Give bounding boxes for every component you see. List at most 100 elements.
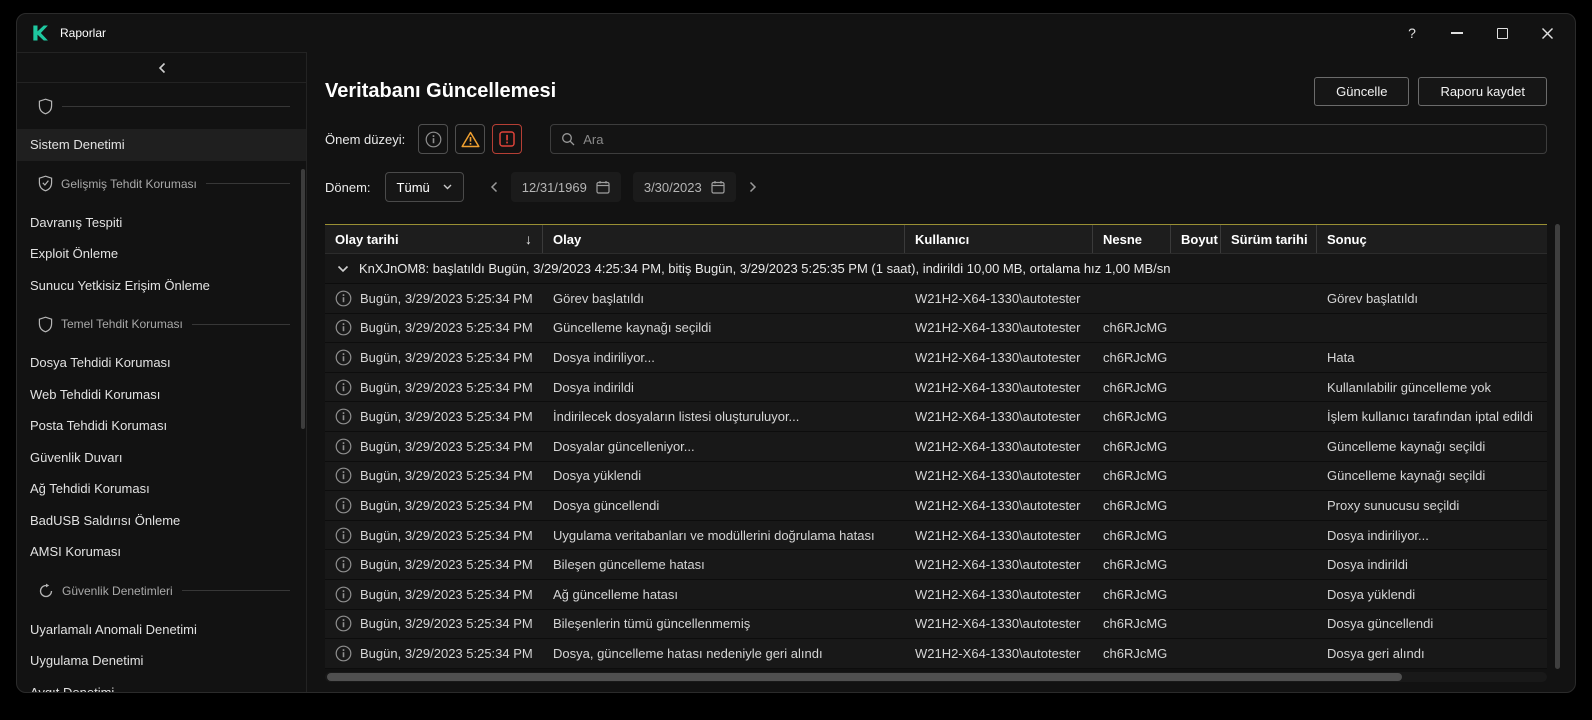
sidebar-item-exploit-nleme[interactable]: Exploit Önleme bbox=[17, 238, 306, 270]
sidebar-item-a-tehdidi-korumas[interactable]: Ağ Tehdidi Koruması bbox=[17, 473, 306, 505]
table-row[interactable]: Bugün, 3/29/2023 5:25:34 PMDosya indiril… bbox=[325, 373, 1547, 403]
cell-version-date bbox=[1221, 373, 1317, 402]
table-row[interactable]: Bugün, 3/29/2023 5:25:34 PMBileşenlerin … bbox=[325, 610, 1547, 640]
table-row[interactable]: Bugün, 3/29/2023 5:25:34 PMBileşen günce… bbox=[325, 550, 1547, 580]
close-button[interactable] bbox=[1533, 19, 1561, 47]
date-to-value: 3/30/2023 bbox=[644, 180, 702, 195]
table-row[interactable]: Bugün, 3/29/2023 5:25:34 PMDosya güncell… bbox=[325, 491, 1547, 521]
table-row[interactable]: Bugün, 3/29/2023 5:25:34 PM Ağ güncelleme… bbox=[325, 580, 1547, 610]
sidebar-item-web-tehdidi-korumas[interactable]: Web Tehdidi Koruması bbox=[17, 379, 306, 411]
sidebar-scrollbar-thumb[interactable] bbox=[301, 169, 305, 429]
column-header-olay-tarihi[interactable]: Olay tarihi↓ bbox=[325, 225, 543, 253]
sidebar-item-davran-tespiti[interactable]: Davranış Tespiti bbox=[17, 207, 306, 239]
cell-user: W21H2-X64-1330\autotester bbox=[905, 343, 1093, 372]
chevron-down-icon bbox=[443, 184, 452, 190]
search-input[interactable] bbox=[583, 132, 1536, 147]
search-icon bbox=[561, 132, 575, 146]
cell-result: Dosya indirildi bbox=[1317, 550, 1547, 579]
table-row[interactable]: Bugün, 3/29/2023 5:25:34 PMGörev başlatı… bbox=[325, 284, 1547, 314]
minimize-button[interactable] bbox=[1443, 19, 1471, 47]
sidebar-item-badusb-sald-r-s-nleme[interactable]: BadUSB Saldırısı Önleme bbox=[17, 505, 306, 537]
horizontal-scrollbar-thumb[interactable] bbox=[327, 673, 1402, 681]
help-button[interactable]: ? bbox=[1398, 19, 1426, 47]
maximize-button[interactable] bbox=[1488, 19, 1516, 47]
date-to-field[interactable]: 3/30/2023 bbox=[633, 172, 736, 202]
period-dropdown[interactable]: Tümü bbox=[385, 172, 464, 202]
sidebar-item-uygulama-denetimi[interactable]: Uygulama Denetimi bbox=[17, 645, 306, 677]
cell-result: Dosya indiriliyor... bbox=[1317, 521, 1547, 550]
sort-descending-icon[interactable]: ↓ bbox=[525, 231, 532, 247]
table-row[interactable]: Bugün, 3/29/2023 5:25:34 PMİndirilecek d… bbox=[325, 402, 1547, 432]
severity-info-button[interactable] bbox=[418, 124, 448, 154]
task-group-summary: KnXJnOM8: başlatıldı Bugün, 3/29/2023 4:… bbox=[359, 261, 1171, 276]
vertical-scrollbar-thumb[interactable] bbox=[1555, 224, 1560, 669]
cell-event-date-text: Bugün, 3/29/2023 5:25:34 PM bbox=[360, 587, 533, 602]
cell-user-text: W21H2-X64-1330\autotester bbox=[915, 350, 1080, 365]
table-row[interactable]: Bugün, 3/29/2023 5:25:34 PMDosyalar günc… bbox=[325, 432, 1547, 462]
cell-result: Hata bbox=[1317, 343, 1547, 372]
column-header-boyut[interactable]: Boyut bbox=[1171, 225, 1221, 253]
page-header: Veritabanı Güncellemesi Güncelle Raporu … bbox=[325, 74, 1547, 108]
table-row[interactable]: Bugün, 3/29/2023 5:25:34 PMDosya indiril… bbox=[325, 343, 1547, 373]
sidebar: Sistem DenetimiGelişmiş Tehdit KorumasıD… bbox=[17, 52, 307, 693]
cell-version-date bbox=[1221, 521, 1317, 550]
info-icon bbox=[335, 438, 352, 455]
chevron-right-icon bbox=[749, 181, 757, 193]
cell-result-text: Güncelleme kaynağı seçildi bbox=[1327, 468, 1485, 483]
info-icon bbox=[335, 497, 352, 514]
save-report-button[interactable]: Raporu kaydet bbox=[1418, 77, 1547, 106]
task-group-row[interactable]: KnXJnOM8: başlatıldı Bugün, 3/29/2023 4:… bbox=[325, 254, 1547, 284]
cell-object-text: ch6RJcMG bbox=[1103, 616, 1167, 631]
cell-event-date-text: Bugün, 3/29/2023 5:25:34 PM bbox=[360, 320, 533, 335]
table-vertical-scrollbar[interactable] bbox=[1555, 224, 1560, 669]
cell-event: Ağ güncelleme hatası bbox=[543, 580, 905, 609]
sidebar-item-amsi-korumas[interactable]: AMSI Koruması bbox=[17, 536, 306, 568]
sidebar-item-dosya-tehdidi-korumas[interactable]: Dosya Tehdidi Koruması bbox=[17, 347, 306, 379]
previous-period-button[interactable] bbox=[490, 181, 498, 193]
cell-event-date: Bugün, 3/29/2023 5:25:34 PM bbox=[325, 343, 543, 372]
table-row[interactable]: Bugün, 3/29/2023 5:25:34 PMUygulama veri… bbox=[325, 521, 1547, 551]
date-from-field[interactable]: 12/31/1969 bbox=[511, 172, 621, 202]
cell-event: Dosya yüklendi bbox=[543, 462, 905, 491]
cell-size bbox=[1171, 284, 1221, 313]
shield-icon bbox=[38, 316, 53, 333]
column-header-nesne[interactable]: Nesne bbox=[1093, 225, 1171, 253]
cell-event-date-text: Bugün, 3/29/2023 5:25:34 PM bbox=[360, 439, 533, 454]
cell-size bbox=[1171, 343, 1221, 372]
events-table: Olay tarihi↓OlayKullanıcıNesneBoyutSürüm… bbox=[325, 224, 1547, 669]
cell-object-text: ch6RJcMG bbox=[1103, 646, 1167, 661]
cell-event: Uygulama veritabanları ve modüllerini do… bbox=[543, 521, 905, 550]
column-header-olay[interactable]: Olay bbox=[543, 225, 905, 253]
cell-result-text: Kullanılabilir güncelleme yok bbox=[1327, 380, 1491, 395]
cell-result bbox=[1317, 314, 1547, 343]
cell-user-text: W21H2-X64-1330\autotester bbox=[915, 380, 1080, 395]
update-button[interactable]: Güncelle bbox=[1314, 77, 1409, 106]
cell-object-text: ch6RJcMG bbox=[1103, 557, 1167, 572]
cell-event-text: Dosya güncellendi bbox=[553, 498, 659, 513]
table-row[interactable]: Bugün, 3/29/2023 5:25:34 PMDosya yüklend… bbox=[325, 462, 1547, 492]
table-row[interactable]: Bugün, 3/29/2023 5:25:34 PMGüncelleme ka… bbox=[325, 314, 1547, 344]
sidebar-item-uyarlamal-anomali-denetimi[interactable]: Uyarlamalı Anomali Denetimi bbox=[17, 614, 306, 646]
column-header-sonu[interactable]: Sonuç bbox=[1317, 225, 1547, 253]
sidebar-item-ayg-t-denetimi[interactable]: Aygıt Denetimi bbox=[17, 677, 306, 694]
warning-icon bbox=[461, 131, 480, 148]
chevron-down-icon[interactable] bbox=[337, 265, 349, 273]
severity-warning-button[interactable] bbox=[455, 124, 485, 154]
cell-user-text: W21H2-X64-1330\autotester bbox=[915, 291, 1080, 306]
cell-user: W21H2-X64-1330\autotester bbox=[905, 402, 1093, 431]
cell-event-date: Bugün, 3/29/2023 5:25:34 PM bbox=[325, 314, 543, 343]
sidebar-collapse-button[interactable] bbox=[17, 52, 306, 83]
sidebar-item-posta-tehdidi-korumas[interactable]: Posta Tehdidi Koruması bbox=[17, 410, 306, 442]
cell-event-text: Bileşenlerin tümü güncellenmemiş bbox=[553, 616, 750, 631]
table-row[interactable]: Bugün, 3/29/2023 5:25:34 PMDosya, güncel… bbox=[325, 639, 1547, 669]
next-period-button[interactable] bbox=[749, 181, 757, 193]
sidebar-item-sunucu-yetkisiz-eri-im-nleme[interactable]: Sunucu Yetkisiz Erişim Önleme bbox=[17, 270, 306, 302]
sidebar-item-g-venlik-duvar[interactable]: Güvenlik Duvarı bbox=[17, 442, 306, 474]
severity-critical-button[interactable] bbox=[492, 124, 522, 154]
table-horizontal-scrollbar[interactable] bbox=[325, 672, 1547, 682]
cell-result-text: Dosya indirildi bbox=[1327, 557, 1408, 572]
column-header-s-r-m-tarihi[interactable]: Sürüm tarihi bbox=[1221, 225, 1317, 253]
sidebar-item-sistem-denetimi[interactable]: Sistem Denetimi bbox=[17, 129, 306, 161]
column-header-kullan-c[interactable]: Kullanıcı bbox=[905, 225, 1093, 253]
cell-event-text: Ağ güncelleme hatası bbox=[553, 587, 678, 602]
